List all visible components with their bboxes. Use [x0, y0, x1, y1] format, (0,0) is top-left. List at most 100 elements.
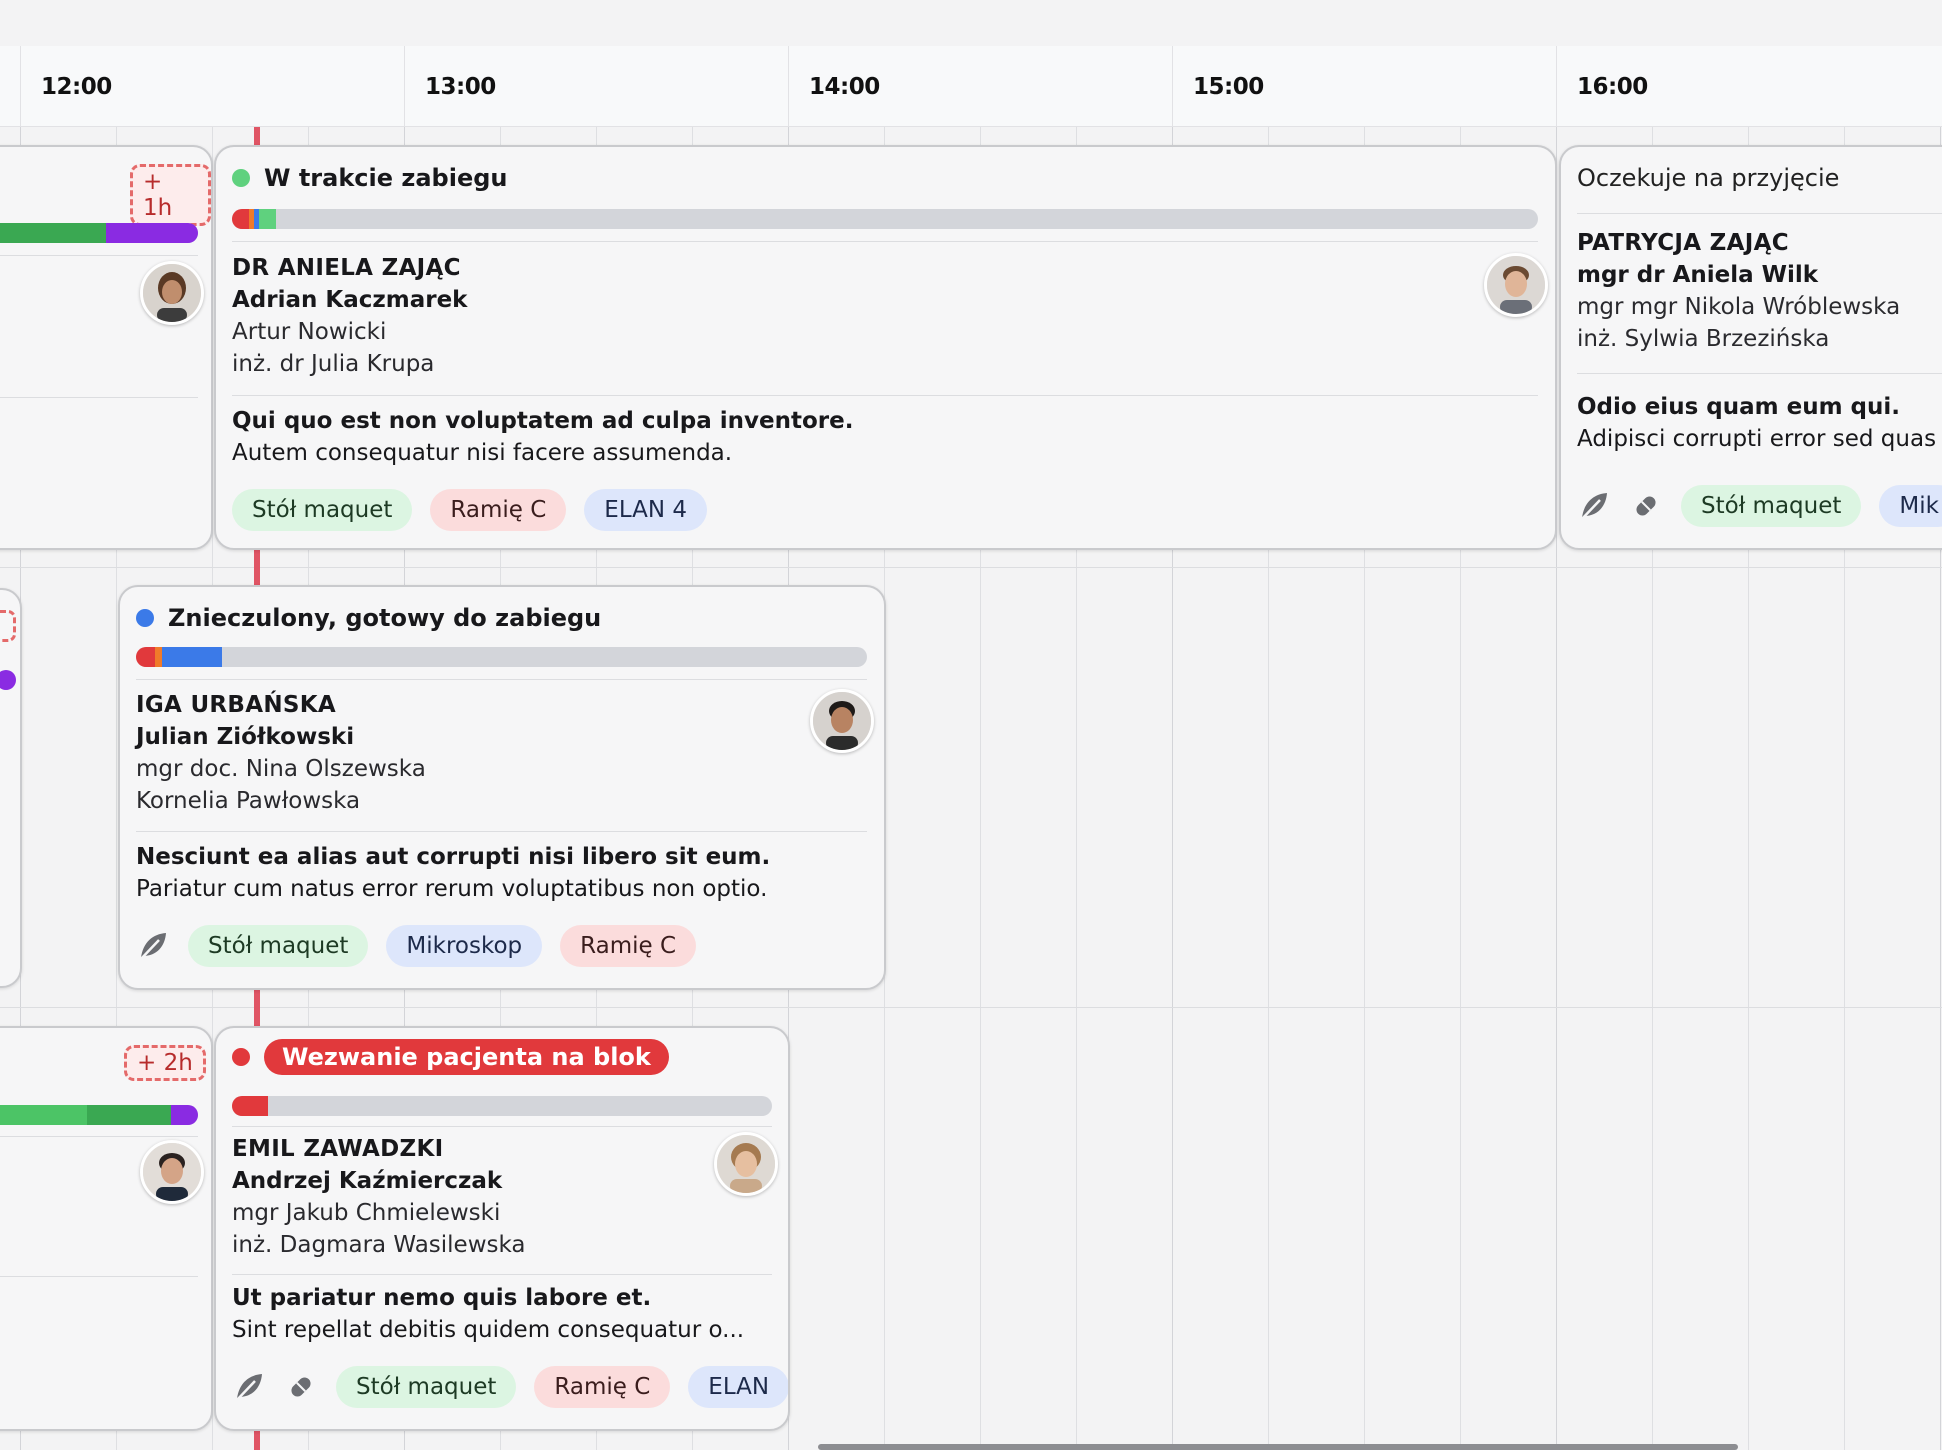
- divider: [232, 395, 1538, 396]
- surgeon-name: IGA URBAŃSKA: [136, 692, 336, 718]
- equipment-tag[interactable]: Stół maquet: [188, 925, 369, 967]
- divider: [1577, 213, 1942, 214]
- status-row: Znieczulony, gotowy do zabiegu: [136, 603, 601, 633]
- hour-cell: 12:00: [20, 46, 405, 126]
- hour-cell: 15:00: [1172, 46, 1557, 126]
- schedule-card[interactable]: Wezwanie pacjenta na blok EMIL ZAWADZKI …: [214, 1026, 790, 1431]
- divider: [136, 831, 867, 832]
- avatar: [140, 1140, 204, 1204]
- schedule-card-partial[interactable]: + 2h: [0, 1026, 213, 1431]
- progress-bar: [232, 209, 1538, 229]
- equipment-tag[interactable]: Mik: [1879, 485, 1942, 527]
- status-dot: [232, 1048, 250, 1066]
- divider: [1577, 373, 1942, 374]
- hour-label: 16:00: [1577, 74, 1648, 100]
- status-label: Znieczulony, gotowy do zabiegu: [168, 604, 602, 632]
- leaf-icon: [136, 929, 170, 963]
- schedule-card-partial[interactable]: [0, 588, 22, 988]
- overtime-badge-fragment: [0, 610, 16, 642]
- equipment-tag[interactable]: Ramię C: [560, 925, 697, 967]
- divider: [232, 1126, 772, 1127]
- status-dot: [232, 169, 250, 187]
- top-band: [0, 0, 1942, 46]
- timeline-header: 12:00 13:00 14:00 15:00 16:00: [0, 46, 1942, 127]
- horizontal-scrollbar[interactable]: [818, 1444, 1738, 1450]
- team-list: DR ANIELA ZAJĄC Adrian Kaczmarek Artur N…: [232, 252, 467, 380]
- equipment-tags: Stół maquet Ramię C ELAN 4: [232, 489, 708, 531]
- team-list: IGA URBAŃSKA Julian Ziółkowski mgr doc. …: [136, 689, 426, 817]
- hour-cell: 13:00: [404, 46, 789, 126]
- hour-label: 14:00: [809, 74, 880, 100]
- progress-fragment: [0, 670, 16, 690]
- progress-bar: [0, 1105, 198, 1125]
- hour-label: 13:00: [425, 74, 496, 100]
- equipment-tags: Stół maquet Mikroskop Ramię C: [136, 925, 697, 967]
- equipment-tag[interactable]: Mikroskop: [386, 925, 543, 967]
- hour-label: 12:00: [41, 74, 112, 100]
- lead-name: Andrzej Kaźmierczak: [232, 1168, 503, 1194]
- equipment-tag[interactable]: Ramię C: [534, 1366, 671, 1408]
- divider: [0, 397, 198, 398]
- equipment-tag[interactable]: Stół maquet: [336, 1366, 517, 1408]
- avatar: [1484, 253, 1548, 317]
- schedule-card[interactable]: W trakcie zabiegu DR ANIELA ZAJĄC Adrian…: [214, 145, 1557, 550]
- divider: [0, 255, 198, 256]
- staff-name: inż. Sylwia Brzezińska: [1577, 326, 1830, 352]
- schedule-card-partial[interactable]: + 1h: [0, 145, 213, 550]
- surgeon-name: EMIL ZAWADZKI: [232, 1136, 444, 1162]
- staff-name: mgr doc. Nina Olszewska: [136, 756, 426, 782]
- avatar: [714, 1132, 778, 1196]
- leaf-icon: [232, 1370, 266, 1404]
- divider: [0, 1276, 198, 1277]
- schedule-card[interactable]: Znieczulony, gotowy do zabiegu IGA URBAŃ…: [118, 585, 886, 990]
- avatar: [810, 689, 874, 753]
- equipment-tag[interactable]: Stół maquet: [232, 489, 413, 531]
- hour-cell: 16:00: [1556, 46, 1942, 126]
- procedure-note: Pariatur cum natus error rerum voluptati…: [136, 876, 768, 902]
- equipment-tags: Stół maquet Mik: [1577, 485, 1942, 527]
- status-row: Oczekuje na przyjęcie: [1577, 163, 1839, 193]
- procedure-title: Qui quo est non voluptatem ad culpa inve…: [232, 408, 854, 434]
- pill-icon: [1629, 489, 1663, 523]
- staff-name: inż. dr Julia Krupa: [232, 351, 435, 377]
- leaf-icon: [1577, 489, 1611, 523]
- overtime-badge: + 2h: [124, 1045, 206, 1081]
- overtime-badge: + 1h: [130, 164, 211, 226]
- team-list: EMIL ZAWADZKI Andrzej Kaźmierczak mgr Ja…: [232, 1133, 526, 1261]
- staff-name: mgr Jakub Chmielewski: [232, 1200, 501, 1226]
- pill-icon: [284, 1370, 318, 1404]
- divider: [0, 1136, 198, 1137]
- row-divider: [0, 1007, 1942, 1008]
- row-divider: [0, 567, 1942, 568]
- status-row: Wezwanie pacjenta na blok: [232, 1039, 669, 1075]
- procedure-note: Sint repellat debitis quidem consequatur…: [232, 1317, 745, 1343]
- equipment-tags: Stół maquet Ramię C ELAN: [232, 1366, 788, 1408]
- divider: [232, 241, 1538, 242]
- staff-name: Kornelia Pawłowska: [136, 788, 361, 814]
- status-label: W trakcie zabiegu: [264, 164, 508, 192]
- equipment-tag[interactable]: Ramię C: [430, 489, 567, 531]
- schedule-card[interactable]: Oczekuje na przyjęcie PATRYCJA ZAJĄC mgr…: [1559, 145, 1942, 550]
- progress-bar: [232, 1096, 772, 1116]
- divider: [232, 1274, 772, 1275]
- progress-bar: [136, 647, 867, 667]
- lead-name: mgr dr Aniela Wilk: [1577, 262, 1819, 288]
- surgeon-name: PATRYCJA ZAJĄC: [1577, 230, 1789, 256]
- procedure-title: Odio eius quam eum qui.: [1577, 394, 1900, 420]
- procedure-note: Adipisci corrupti error sed quas: [1577, 426, 1937, 452]
- surgeon-name: DR ANIELA ZAJĄC: [232, 255, 461, 281]
- equipment-tag[interactable]: Stół maquet: [1681, 485, 1862, 527]
- procedure: Odio eius quam eum qui. Adipisci corrupt…: [1577, 391, 1936, 455]
- lead-name: Julian Ziółkowski: [136, 724, 355, 750]
- equipment-tag[interactable]: ELAN 4: [584, 489, 708, 531]
- procedure-title: Nesciunt ea alias aut corrupti nisi libe…: [136, 844, 771, 870]
- team-list: PATRYCJA ZAJĄC mgr dr Aniela Wilk mgr mg…: [1577, 227, 1900, 355]
- status-row: W trakcie zabiegu: [232, 163, 508, 193]
- staff-name: inż. Dagmara Wasilewska: [232, 1232, 526, 1258]
- status-dot: [136, 609, 154, 627]
- staff-name: mgr mgr Nikola Wróblewska: [1577, 294, 1901, 320]
- procedure: Qui quo est non voluptatem ad culpa inve…: [232, 405, 853, 469]
- procedure: Nesciunt ea alias aut corrupti nisi libe…: [136, 841, 770, 905]
- status-label: Wezwanie pacjenta na blok: [264, 1039, 669, 1075]
- equipment-tag[interactable]: ELAN: [688, 1366, 788, 1408]
